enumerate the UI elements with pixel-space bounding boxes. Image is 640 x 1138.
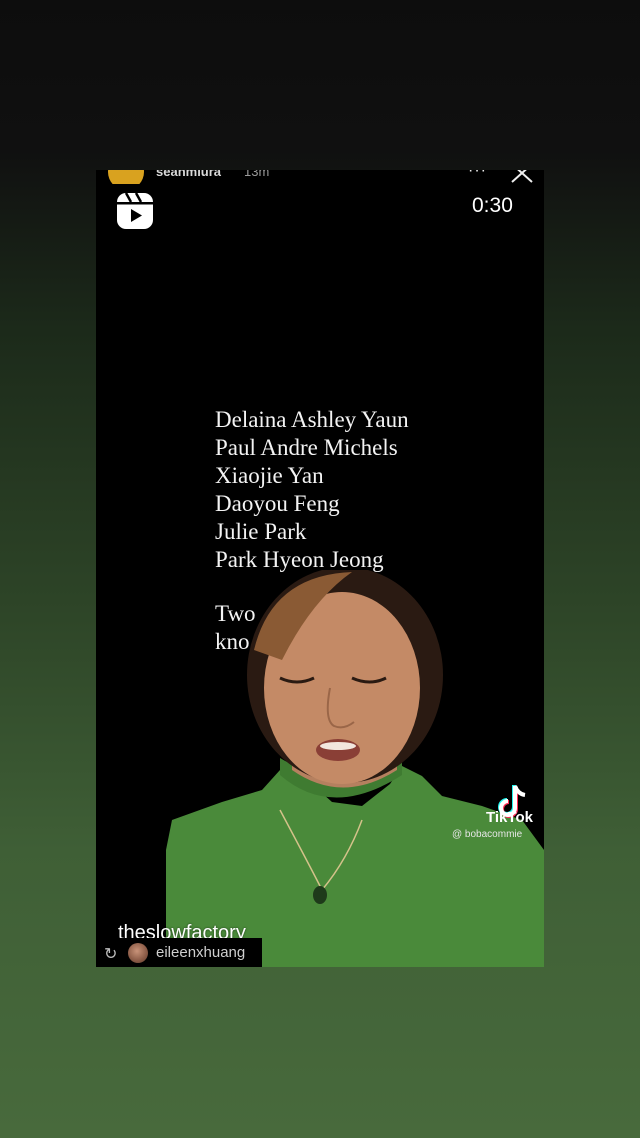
close-icon[interactable] [508, 170, 536, 184]
repost-username[interactable]: eileenxhuang [156, 944, 245, 961]
avatar[interactable] [108, 170, 144, 184]
tiktok-handle: @ bobacommie [452, 829, 523, 840]
name-line: Paul Andre Michels [215, 435, 398, 460]
person-figure [166, 570, 544, 967]
story-header: seanmiura 13m ··· [96, 170, 544, 184]
name-line: Julie Park [215, 519, 307, 544]
repost-icon: ↻ [104, 946, 118, 963]
more-options-icon[interactable]: ··· [468, 170, 487, 180]
tiktok-label: TikTok [486, 809, 533, 826]
story-viewer[interactable]: seanmiura 13m ··· 0:30 Delaina Ashley Ya… [96, 170, 544, 967]
video-timer: 0:30 [472, 194, 513, 217]
name-line: Xiaojie Yan [215, 463, 324, 488]
repost-attribution[interactable]: ↻ eileenxhuang [96, 938, 262, 967]
name-line: Delaina Ashley Yaun [215, 407, 409, 432]
reels-icon [117, 192, 153, 229]
names-list: Delaina Ashley Yaun Paul Andre Michels X… [215, 406, 409, 574]
post-time: 13m [244, 170, 270, 179]
repost-avatar[interactable] [128, 943, 148, 963]
username[interactable]: seanmiura [156, 170, 221, 179]
name-line: Daoyou Feng [215, 491, 340, 516]
